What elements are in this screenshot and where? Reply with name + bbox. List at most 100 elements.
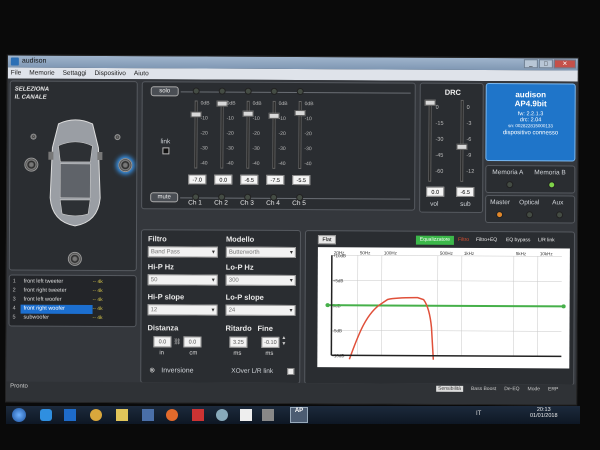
menu-file[interactable]: File <box>11 68 22 79</box>
inversione-icon[interactable]: ⊗ <box>149 366 155 374</box>
audison-taskbar-icon[interactable]: AP <box>290 407 308 423</box>
fader-scale-label: -10 <box>200 115 208 122</box>
fine-spinner-icon[interactable]: ▲ ▼ <box>281 335 286 347</box>
fader-track[interactable] <box>220 100 224 169</box>
app-icon-5[interactable] <box>262 409 274 421</box>
optical-led <box>526 211 534 219</box>
eq-curve-chart[interactable]: 20Hz 50Hz 100Hz 500Hz 1kHz 5kHz 10kHz+10dB+5dB… <box>317 247 570 368</box>
filtro-select[interactable]: Band Pass <box>147 246 218 258</box>
front-right-woofer-speaker[interactable] <box>118 158 133 173</box>
fader-value[interactable]: 0.0 <box>214 174 233 185</box>
hip-hz-select[interactable]: 50 <box>147 274 218 286</box>
menu-settaggi[interactable]: Settaggi <box>63 68 87 79</box>
hip-hz-label: Hi-P Hz <box>147 262 174 272</box>
solo-led[interactable] <box>244 87 252 95</box>
vol-track[interactable] <box>428 99 432 182</box>
close-button[interactable]: ✕ <box>553 59 576 69</box>
y-tick-label: +10dB <box>333 253 346 258</box>
fader-value[interactable]: -5.5 <box>292 175 311 186</box>
menu-memorie[interactable]: Memorie <box>29 68 54 79</box>
status-text: Pronto <box>10 383 28 390</box>
drc-title: DRC <box>444 87 461 97</box>
mixer-panel: solo mute link 0dB -10 -20 -30 -40 -7.0 Ch 1 0d… <box>141 81 416 211</box>
front-right-tweeter-speaker[interactable] <box>114 134 121 141</box>
maximize-button[interactable]: □ <box>538 59 553 69</box>
sub-value[interactable]: -6.5 <box>456 186 475 197</box>
app-icon-3[interactable] <box>216 409 228 421</box>
eq-graph[interactable]: 20Hz 50Hz 100Hz 500Hz 1kHz 5kHz 10kHz +10dB +5dB… <box>317 247 570 369</box>
optical-input-button[interactable]: Optical <box>519 199 539 206</box>
chrome-icon[interactable] <box>90 409 102 421</box>
fader-scale-label: 0dB <box>226 100 236 107</box>
fader-scale-label: -30 <box>226 145 234 152</box>
link-checkbox[interactable] <box>162 147 170 155</box>
window-title: audison <box>21 57 47 65</box>
fader-track[interactable] <box>272 100 276 169</box>
fader-scale-label: -30 <box>200 145 208 152</box>
app-body: SELEZIONA IL CANALE 1 front left tweeter -… <box>6 78 578 386</box>
eq-bypass-option[interactable]: EQ bypass <box>506 237 530 243</box>
fader-scale-label: -40 <box>252 160 260 167</box>
mute-button[interactable]: mute <box>150 192 179 203</box>
fader-value[interactable]: -7.5 <box>266 174 285 185</box>
lop-slope-select[interactable]: 24 <box>225 304 296 317</box>
filtro-eq-option[interactable]: Filtro+EQ <box>476 237 497 243</box>
ritardo-label: Ritardo <box>225 323 252 333</box>
solo-led[interactable] <box>218 87 226 95</box>
master-input-button[interactable]: Master <box>490 199 510 206</box>
vol-value[interactable]: 0.0 <box>426 186 445 197</box>
hip-slope-select[interactable]: 12 <box>147 304 218 316</box>
language-indicator[interactable]: IT <box>476 411 481 417</box>
fader-scale-label: -40 <box>278 160 286 167</box>
grid-line <box>331 329 562 332</box>
firefox-icon[interactable] <box>166 409 178 421</box>
fader-value[interactable]: -6.5 <box>240 174 259 185</box>
fader-value[interactable]: -7.0 <box>188 174 207 185</box>
start-button-icon[interactable] <box>12 408 26 422</box>
solo-led[interactable] <box>192 87 200 95</box>
folder-icon[interactable] <box>116 409 128 421</box>
input-select-panel: Master Optical Aux <box>485 195 576 224</box>
ritardo-input[interactable]: 3.25 <box>229 336 248 348</box>
solo-led[interactable] <box>270 87 278 95</box>
clock[interactable]: 20:13 01/01/2018 <box>530 407 558 419</box>
x-tick-label: 100Hz <box>384 250 398 255</box>
flat-button[interactable]: Flat <box>317 235 336 245</box>
aux-input-button[interactable]: Aux <box>552 199 563 206</box>
filtro-tab-icon[interactable]: Filtro <box>458 237 469 243</box>
distance-cm-input[interactable]: 0.0 <box>183 336 202 348</box>
app-icon-2[interactable] <box>192 409 204 421</box>
vol-scale: 0 -15 -30 -45 -60 <box>435 104 444 175</box>
distance-in-input[interactable]: 0.0 <box>153 336 172 348</box>
lr-link-option[interactable]: L/R link <box>538 237 555 243</box>
list-item[interactable]: 5 subwoofer -- 4k <box>13 314 133 324</box>
fader-knob[interactable] <box>294 109 306 116</box>
fine-input[interactable]: -0.10 <box>261 336 280 348</box>
lop-hz-label: Lo-P Hz <box>225 262 254 272</box>
memory-b-button[interactable]: Memoria B <box>534 169 565 176</box>
memory-a-button[interactable]: Memoria A <box>492 169 523 176</box>
app-icon-4[interactable] <box>240 409 252 421</box>
fader-scale-label: 0dB <box>278 100 288 107</box>
media-icon[interactable] <box>64 409 76 421</box>
sub-track[interactable] <box>460 99 464 182</box>
menu-aiuto[interactable]: Aiuto <box>134 68 149 79</box>
inversione-label[interactable]: Inversione <box>161 367 193 374</box>
x-tick-label: 500Hz <box>440 251 454 256</box>
front-left-tweeter-speaker[interactable] <box>30 133 37 140</box>
app-icon-1[interactable] <box>142 409 154 421</box>
lop-slope-label: Lo-P slope <box>225 292 264 302</box>
solo-led[interactable] <box>296 88 304 96</box>
lop-hz-select[interactable]: 300 <box>225 274 296 287</box>
eq-flat-line <box>325 304 566 308</box>
ie-icon[interactable] <box>40 409 52 421</box>
equalizzatore-tab[interactable]: Equalizzatore <box>415 235 454 245</box>
solo-button[interactable]: solo <box>150 86 179 97</box>
subwoofer-speaker[interactable] <box>67 251 82 266</box>
xover-link-checkbox[interactable] <box>287 367 295 376</box>
minimize-button[interactable]: _ <box>523 59 538 69</box>
vol-knob[interactable] <box>424 99 436 106</box>
menu-dispositivo[interactable]: Dispositivo <box>94 68 125 79</box>
modello-select[interactable]: Butterworth <box>225 246 296 259</box>
front-left-woofer-speaker[interactable] <box>24 157 39 172</box>
